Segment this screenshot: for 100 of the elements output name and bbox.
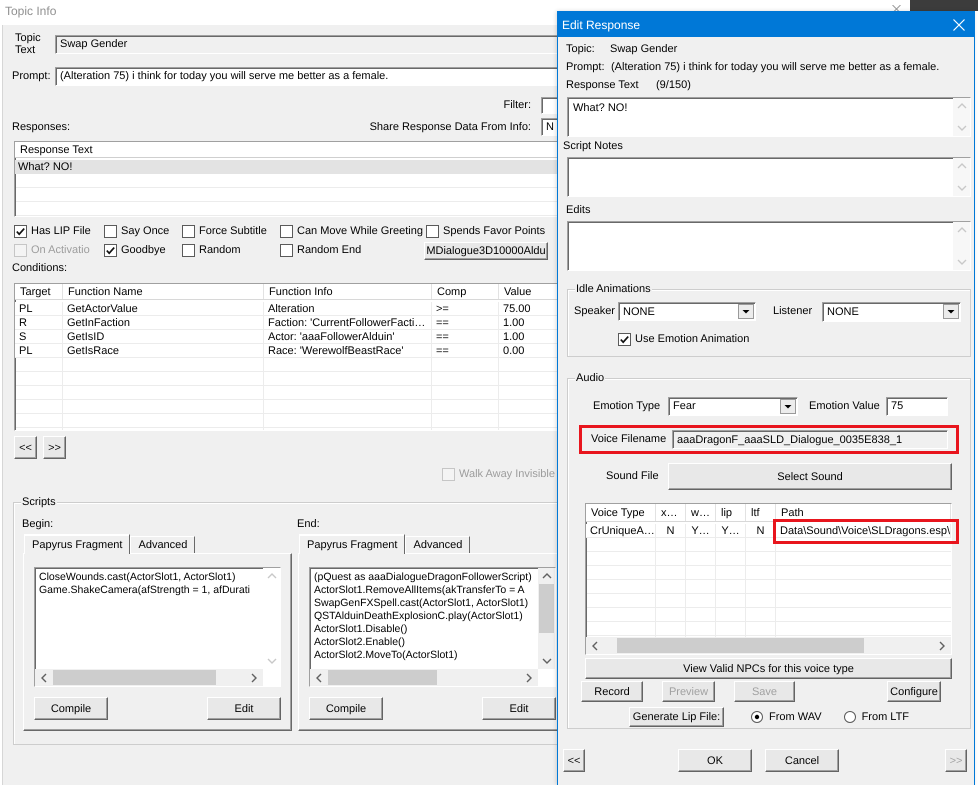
field-label: Topic:	[566, 43, 596, 56]
script-editor[interactable]	[309, 567, 556, 687]
column-header[interactable]: ltf	[746, 504, 776, 521]
action-button[interactable]: Configure	[887, 681, 941, 702]
pane-label: Begin:	[22, 518, 54, 531]
script-editor[interactable]: CloseWounds.cast(ActorSlot1, ActorSlot1) Game.ShakeCamera(afStrength = 1, afDurati	[34, 567, 281, 687]
scroll-left-icon[interactable]	[40, 672, 48, 682]
column-header[interactable]: w…	[686, 504, 716, 521]
emotion-value-field[interactable]: 75	[886, 396, 948, 416]
window-title: Edit Response	[562, 18, 640, 32]
column-header[interactable]: Voice Type	[586, 504, 656, 521]
checkbox[interactable]	[426, 225, 439, 238]
code-line: (pQuest as aaaDialogueDragonFollowerScript)	[314, 571, 532, 584]
field-label: Response Text	[566, 79, 640, 92]
tab[interactable]: Papyrus Fragment	[299, 534, 406, 554]
checkbox-label: Use Emotion Animation	[635, 333, 750, 346]
scrollbar-thumb[interactable]	[617, 638, 864, 653]
checkbox-label: Say Once	[121, 225, 170, 238]
scrollbar-thumb[interactable]	[53, 670, 216, 685]
checkbox[interactable]	[104, 225, 117, 238]
column-header[interactable]: x…	[656, 504, 686, 521]
checkbox[interactable]	[104, 244, 117, 257]
scrollbar-thumb[interactable]	[328, 670, 438, 685]
window-title: Topic Info	[5, 5, 56, 18]
edits-field[interactable]	[567, 221, 971, 271]
script-notes-field[interactable]	[567, 157, 971, 197]
script-button[interactable]: Compile	[34, 697, 108, 720]
column-header[interactable]: Target	[15, 284, 63, 299]
response-text-field[interactable]: What? NO!	[567, 97, 971, 137]
pane-label: End:	[297, 518, 320, 531]
scroll-left-icon[interactable]	[315, 672, 323, 682]
field-label: Voice Filename	[591, 433, 668, 446]
field-label: Prompt:	[566, 61, 606, 74]
nav-button[interactable]: <<	[14, 436, 37, 459]
select-sound-button[interactable]: Select Sound	[668, 463, 952, 490]
view-npcs-button[interactable]: View Valid NPCs for this voice type	[585, 658, 952, 679]
checkbox-label: Walk Away Invisible	[459, 468, 555, 480]
tab[interactable]: Advanced	[405, 536, 470, 553]
checkbox-label: Force Subtitle	[199, 225, 267, 238]
checkbox-label: Has LIP File	[31, 225, 91, 238]
script-button[interactable]: Compile	[309, 697, 383, 720]
vertical-scrollbar[interactable]	[538, 568, 555, 669]
action-button[interactable]: Record	[581, 681, 643, 702]
checkbox[interactable]	[280, 244, 293, 257]
radio-button[interactable]	[844, 711, 856, 723]
section-label: Responses:	[12, 120, 70, 134]
field-label: Speaker	[574, 305, 616, 318]
script-name-button[interactable]: MDialogue3D10000Aldu	[424, 242, 548, 260]
generate-lip-button[interactable]: Generate Lip File:	[629, 707, 724, 727]
column-header[interactable]: Comp	[432, 284, 499, 299]
speaker-dropdown[interactable]: NONE	[618, 302, 756, 321]
checkbox-label: Random	[199, 244, 241, 257]
column-header[interactable]: lip	[716, 504, 746, 521]
column-header[interactable]: Path	[776, 504, 951, 521]
script-button[interactable]: Edit	[207, 697, 281, 720]
code-line: SwapGenFXSpell.cast(ActorSlot1, ActorSlot1)	[314, 597, 528, 610]
column-header[interactable]: Response Text	[15, 142, 558, 158]
checkbox[interactable]	[182, 244, 195, 257]
scroll-down-icon[interactable]	[542, 657, 552, 665]
checkbox[interactable]	[618, 333, 631, 346]
tab[interactable]: Papyrus Fragment	[24, 534, 130, 554]
ok-button[interactable]: OK	[678, 749, 752, 772]
scroll-up-icon[interactable]	[542, 572, 552, 580]
nav-button[interactable]: >>	[43, 436, 66, 459]
scroll-left-icon[interactable]	[591, 640, 599, 650]
section-label: Conditions:	[12, 262, 68, 275]
checkbox[interactable]	[14, 225, 27, 238]
emotion-type-dropdown[interactable]: Fear	[668, 396, 798, 416]
topic-text-field[interactable]: Swap Gender	[55, 34, 559, 54]
group-title: Scripts	[21, 496, 57, 509]
prompt-field[interactable]: (Alteration 75) i think for today you will serve me better as a female.	[55, 66, 559, 86]
topic-value: Swap Gender	[610, 43, 678, 56]
radio-button[interactable]	[751, 711, 763, 723]
horizontal-scrollbar[interactable]	[35, 669, 263, 686]
checkbox-label: Can Move While Greeting	[297, 225, 423, 238]
scroll-right-icon[interactable]	[250, 672, 258, 682]
radio-label: From WAV	[769, 710, 822, 724]
scroll-right-icon[interactable]	[938, 640, 946, 650]
horizontal-scrollbar[interactable]	[310, 669, 538, 686]
prompt-value: (Alteration 75) i think for today you will serve me better as a female.	[611, 61, 940, 74]
code-line: ActorSlot2.MoveTo(ActorSlot1)	[314, 649, 458, 662]
response-row[interactable]: What? NO!	[15, 160, 558, 174]
checkbox[interactable]	[182, 225, 195, 238]
scroll-right-icon[interactable]	[525, 672, 533, 682]
checkbox-label: Random End	[297, 244, 362, 257]
script-button[interactable]: Edit	[482, 697, 556, 720]
checkbox[interactable]	[280, 225, 293, 238]
tab[interactable]: Advanced	[130, 536, 196, 553]
listener-dropdown[interactable]: NONE	[822, 302, 961, 322]
voice-filename-field[interactable]: aaaDragonF_aaaSLD_Dialogue_0035E838_1	[672, 430, 948, 449]
column-header[interactable]: Function Name	[63, 284, 264, 299]
field-label: Emotion Value	[809, 400, 881, 412]
scrollbar-thumb[interactable]	[539, 584, 554, 633]
radio-label: From LTF	[862, 710, 910, 724]
horizontal-scrollbar[interactable]	[586, 637, 951, 654]
column-header[interactable]: Function Info	[264, 284, 432, 299]
code-line: Game.ShakeCamera(afStrength = 1, afDurati	[39, 584, 250, 597]
field-label: Sound File	[606, 470, 660, 483]
cancel-button[interactable]: Cancel	[765, 749, 839, 772]
previous-button[interactable]: <<	[563, 749, 585, 772]
